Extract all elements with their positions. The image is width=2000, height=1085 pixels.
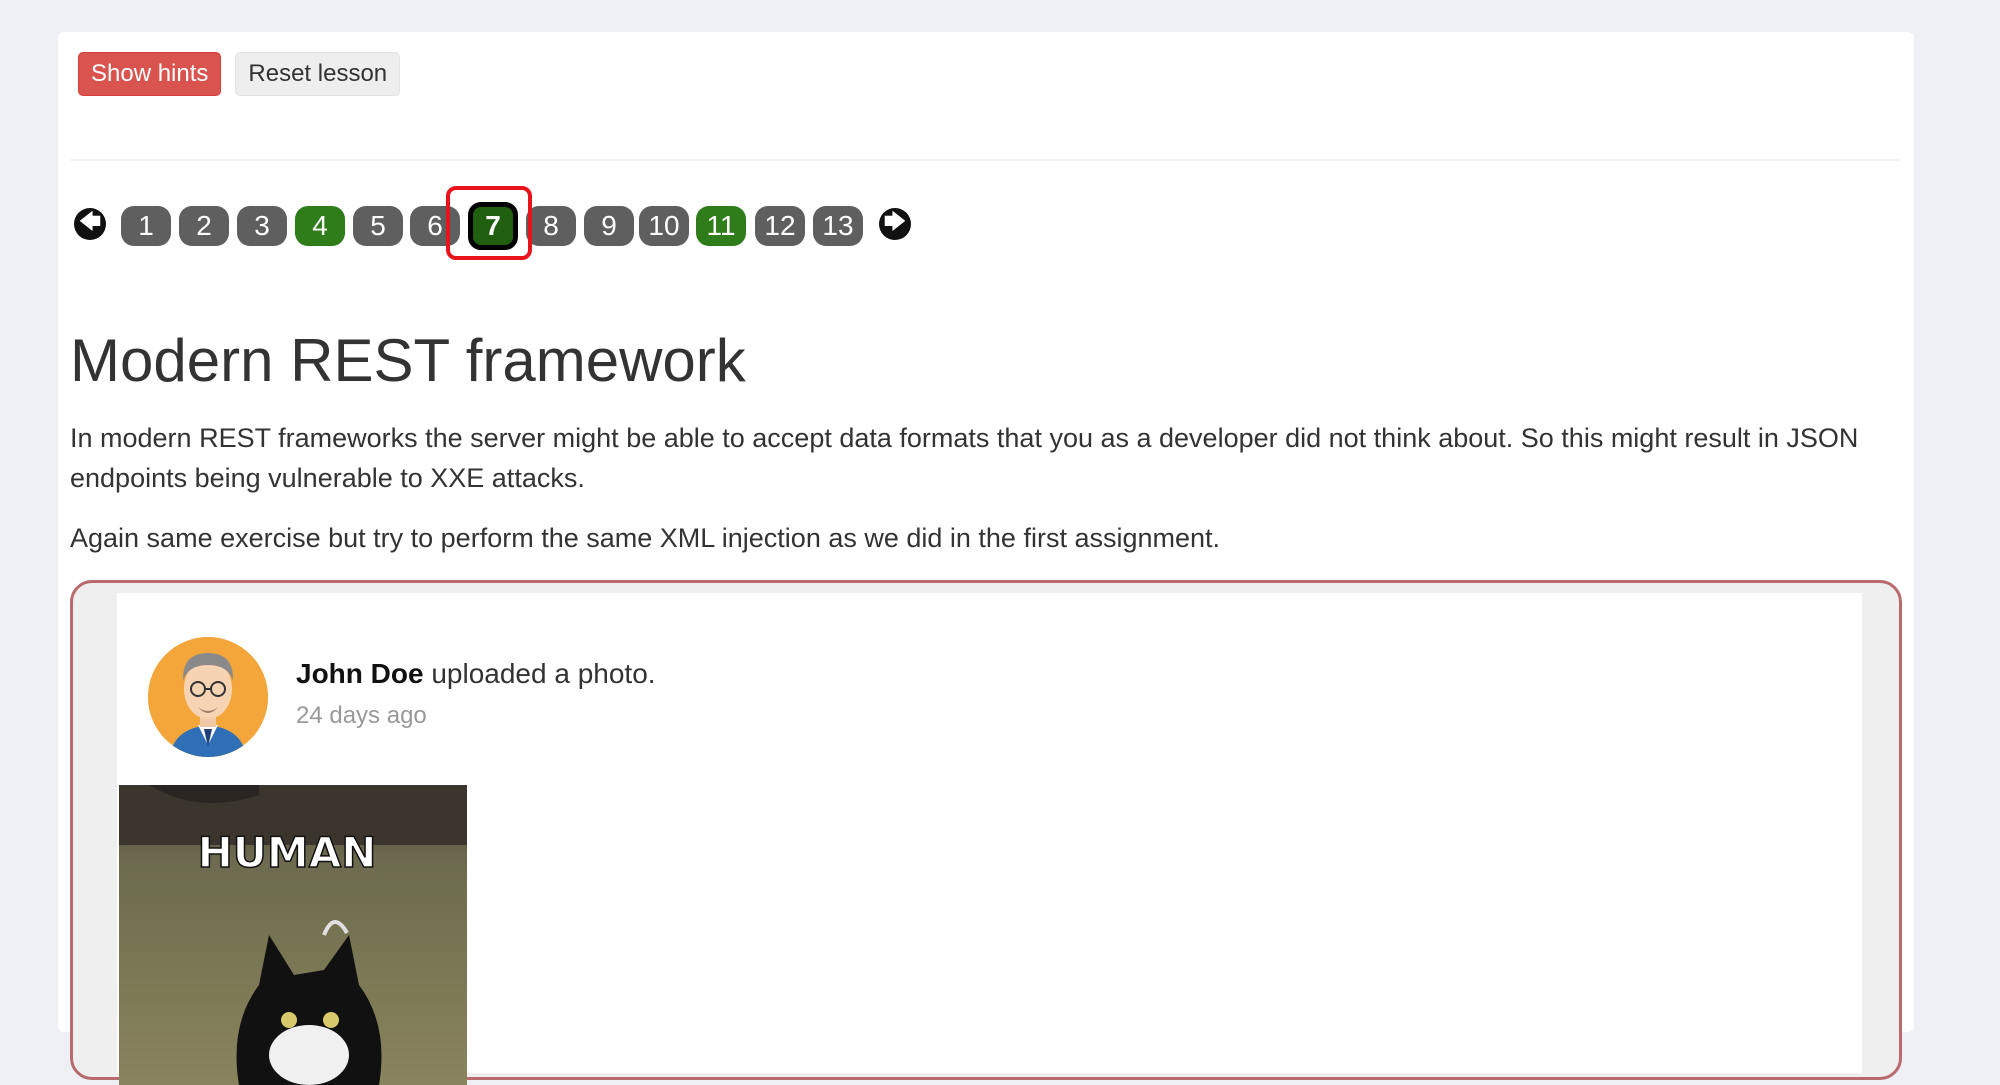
page-button-8[interactable]: 8 — [526, 206, 576, 246]
arrow-right-circle-icon[interactable]: 🡆 — [879, 208, 911, 240]
page-button-3[interactable]: 3 — [237, 206, 287, 246]
page-button-2[interactable]: 2 — [179, 206, 229, 246]
cat-photo-image: HUMAN — [119, 785, 467, 1085]
photo-caption-text: HUMAN — [198, 828, 377, 877]
page-button-1[interactable]: 1 — [121, 206, 171, 246]
lesson-toolbar: Show hints Reset lesson — [78, 52, 401, 96]
page-button-5[interactable]: 5 — [353, 206, 403, 246]
page-button-12[interactable]: 12 — [755, 206, 805, 246]
lesson-paragraph-2: Again same exercise but try to perform t… — [70, 523, 1221, 553]
lesson-paragraph-1: In modern REST frameworks the server mig… — [70, 423, 1859, 493]
page-button-11[interactable]: 11 — [696, 206, 746, 246]
post-header: John Doe uploaded a photo. — [296, 658, 656, 690]
arrow-left-circle-icon[interactable]: 🡄 — [74, 208, 106, 240]
reset-lesson-button[interactable]: Reset lesson — [235, 52, 401, 96]
page-button-13[interactable]: 13 — [813, 206, 863, 246]
assignment-container: John Doe uploaded a photo. 24 days ago H… — [70, 580, 1902, 1085]
page-button-9[interactable]: 9 — [584, 206, 634, 246]
post-photo: HUMAN — [119, 785, 467, 1085]
page-button-4[interactable]: 4 — [295, 206, 345, 246]
user-avatar-icon — [148, 637, 268, 757]
post-timestamp: 24 days ago — [296, 702, 427, 729]
post-author[interactable]: John Doe — [296, 658, 424, 689]
page-button-10[interactable]: 10 — [639, 206, 689, 246]
toolbar-divider — [70, 159, 1900, 161]
post-action: uploaded a photo. — [423, 658, 656, 689]
show-hints-button[interactable]: Show hints — [78, 52, 222, 96]
photo-post: John Doe uploaded a photo. 24 days ago H… — [117, 593, 1862, 1085]
lesson-title: Modern REST framework — [70, 327, 746, 394]
avatar — [148, 637, 268, 757]
current-page-highlight — [446, 186, 532, 260]
